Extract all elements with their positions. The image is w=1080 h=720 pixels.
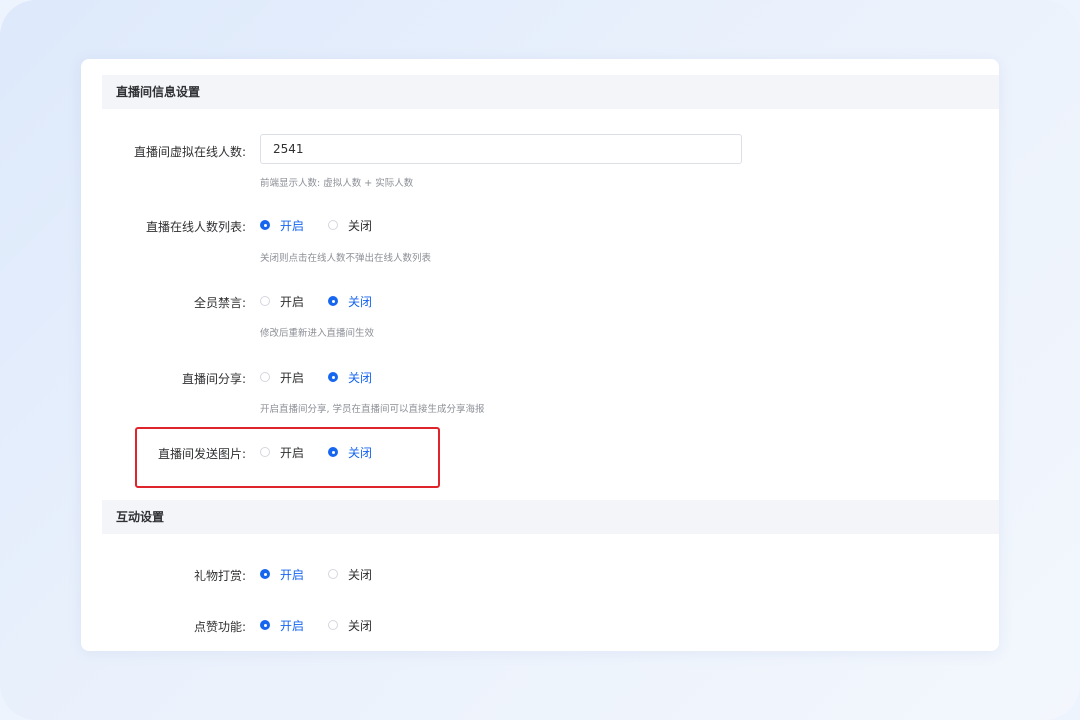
radio-share-off[interactable]: 关闭 — [328, 369, 372, 385]
radio-dot — [260, 220, 270, 230]
radio-gift-on[interactable]: 开启 — [260, 566, 304, 582]
radio-dot — [328, 620, 338, 630]
label-mute-all: 全员禁言: — [193, 296, 246, 310]
radio-label-off: 关闭 — [348, 445, 373, 460]
radio-send-image-off[interactable]: 关闭 — [328, 444, 372, 460]
radio-gift-off[interactable]: 关闭 — [328, 566, 372, 582]
background-stage: 直播间信息设置 直播间虚拟在线人数: 前端显示人数: 虚拟人数 + 实际人数 直… — [0, 0, 1080, 720]
radio-dot — [260, 296, 270, 306]
radio-label-off: 关闭 — [348, 618, 373, 633]
radio-label-off: 关闭 — [348, 294, 373, 309]
radio-label-on: 开启 — [280, 218, 305, 233]
label-share: 直播间分享: — [181, 372, 246, 386]
label-virtual-online-count: 直播间虚拟在线人数: — [133, 145, 246, 159]
radio-label-on: 开启 — [280, 445, 305, 460]
radio-label-on: 开启 — [280, 294, 305, 309]
radio-dot — [260, 569, 270, 579]
radio-dot — [328, 296, 338, 306]
radio-share-on[interactable]: 开启 — [260, 369, 304, 385]
radio-online-list-off[interactable]: 关闭 — [328, 217, 372, 233]
radio-label-on: 开启 — [280, 618, 305, 633]
hint-share: 开启直播间分享, 学员在直播间可以直接生成分享海报 — [260, 404, 485, 415]
label-online-list: 直播在线人数列表: — [145, 220, 246, 234]
radio-label-on: 开启 — [280, 567, 305, 582]
hint-virtual-online-count: 前端显示人数: 虚拟人数 + 实际人数 — [260, 178, 414, 189]
radio-online-list-on[interactable]: 开启 — [260, 217, 304, 233]
section-title-interaction: 互动设置 — [116, 510, 165, 524]
radio-dot — [328, 372, 338, 382]
section-header-live-info: 直播间信息设置 — [102, 75, 999, 109]
radio-dot — [328, 220, 338, 230]
radio-label-off: 关闭 — [348, 567, 373, 582]
radio-dot — [260, 372, 270, 382]
radio-label-on: 开启 — [280, 370, 305, 385]
section-header-interaction: 互动设置 — [102, 500, 999, 534]
virtual-online-count-input[interactable] — [260, 134, 742, 164]
radio-dot — [328, 447, 338, 457]
radio-label-off: 关闭 — [348, 218, 373, 233]
radio-dot — [260, 620, 270, 630]
settings-card: 直播间信息设置 直播间虚拟在线人数: 前端显示人数: 虚拟人数 + 实际人数 直… — [81, 59, 999, 651]
radio-dot — [260, 447, 270, 457]
section-title-live-info: 直播间信息设置 — [116, 85, 201, 99]
hint-online-list: 关闭则点击在线人数不弹出在线人数列表 — [260, 253, 432, 264]
radio-send-image-on[interactable]: 开启 — [260, 444, 304, 460]
radio-like-off[interactable]: 关闭 — [328, 617, 372, 633]
radio-mute-all-off[interactable]: 关闭 — [328, 293, 372, 309]
radio-dot — [328, 569, 338, 579]
radio-mute-all-on[interactable]: 开启 — [260, 293, 304, 309]
label-gift: 礼物打赏: — [193, 569, 246, 583]
radio-like-on[interactable]: 开启 — [260, 617, 304, 633]
radio-label-off: 关闭 — [348, 370, 373, 385]
hint-mute-all: 修改后重新进入直播间生效 — [260, 328, 375, 339]
label-like: 点赞功能: — [193, 620, 246, 634]
label-send-image: 直播间发送图片: — [157, 447, 246, 461]
